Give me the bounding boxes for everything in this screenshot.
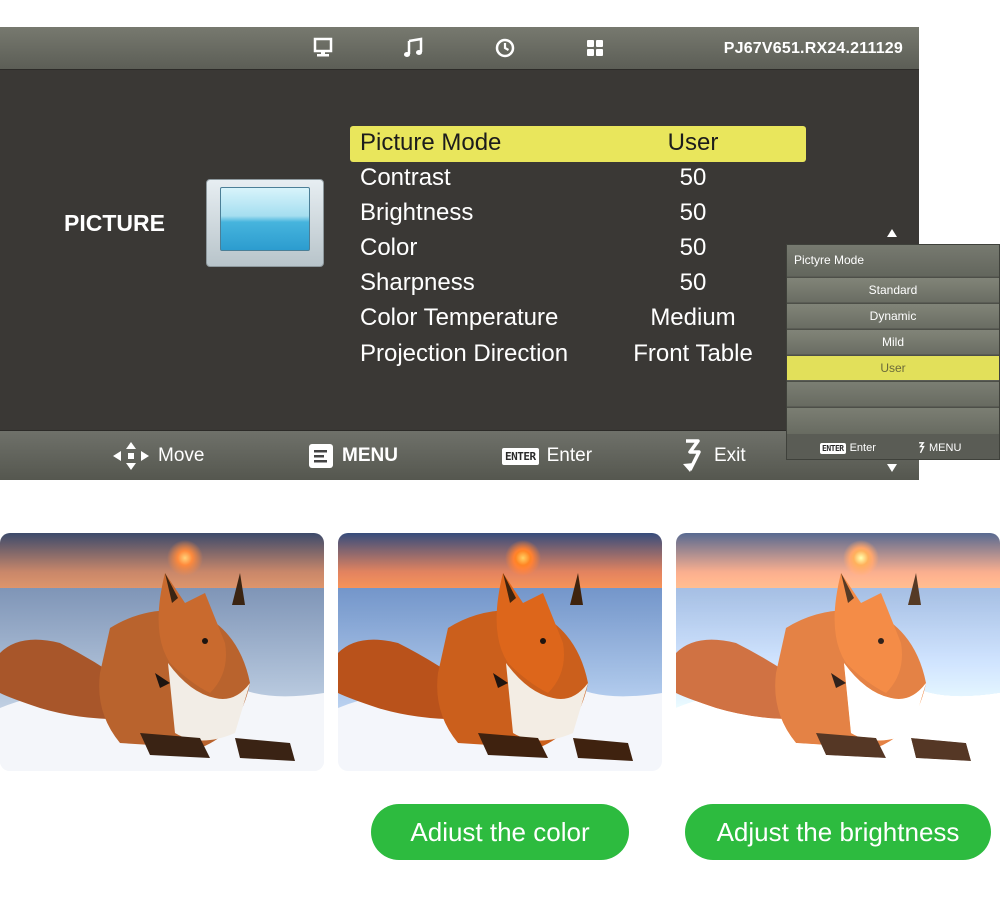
osd-panel: PJ67V651.RX24.211129 PICTURE Picture Mod… [0,27,919,480]
apps-icon[interactable] [584,37,606,59]
return-arrow-icon [680,439,706,473]
return-arrow-icon [917,442,926,454]
popup-option-user[interactable]: User [787,355,999,380]
fox-photo-original [0,533,324,771]
hint-menu: MENU [308,441,398,471]
firmware-version: PJ67V651.RX24.211129 [723,40,903,57]
section-label: PICTURE [64,210,165,236]
clock-icon[interactable] [494,37,516,59]
popup-option-standard[interactable]: Standard [787,277,999,302]
popup-empty-slot [787,381,999,406]
fox-photo-color-adjusted [338,533,662,771]
popup-hint-menu: MENU [917,442,961,454]
scroll-up-arrow-icon[interactable] [887,229,897,237]
menu-item-sharpness[interactable]: Sharpness 50 [350,266,806,302]
bottom-bar: Move MENU ENTER Enter Exit [0,430,919,480]
fox-photo-brightness-adjusted [676,533,1000,771]
menu-item-projection-direction[interactable]: Projection Direction Front Table [350,337,806,373]
popup-option-mild[interactable]: Mild [787,329,999,354]
caption-adjust-color: Adiust the color [371,804,629,860]
enter-key-icon: ENTER [502,447,539,465]
hint-move: Move [112,441,204,471]
picture-icon[interactable] [312,37,334,59]
menu-item-color[interactable]: Color 50 [350,231,806,267]
hint-enter: ENTER Enter [502,441,592,471]
popup-title: Pictyre Mode [787,245,999,276]
menu-item-brightness[interactable]: Brightness 50 [350,196,806,232]
scroll-down-arrow-icon[interactable] [887,464,897,472]
enter-key-icon: ENTER [820,442,846,454]
top-bar: PJ67V651.RX24.211129 [0,27,919,70]
popup-hint-enter: ENTER Enter [820,442,876,454]
picture-mode-popup: Pictyre Mode Standard Dynamic Mild User … [786,244,1000,460]
move-arrows-icon [112,441,150,471]
monitor-icon [206,179,324,267]
popup-empty-slot [787,407,999,434]
caption-adjust-brightness: Adjust the brightness [685,804,991,860]
popup-footer: ENTER Enter MENU [787,438,999,460]
music-icon[interactable] [402,37,424,59]
popup-option-dynamic[interactable]: Dynamic [787,303,999,328]
menu-item-color-temperature[interactable]: Color Temperature Medium [350,301,806,337]
hint-exit: Exit [680,439,746,473]
menu-item-picture-mode[interactable]: Picture Mode User [350,126,806,162]
menu-item-contrast[interactable]: Contrast 50 [350,161,806,197]
menu-icon [308,443,334,469]
